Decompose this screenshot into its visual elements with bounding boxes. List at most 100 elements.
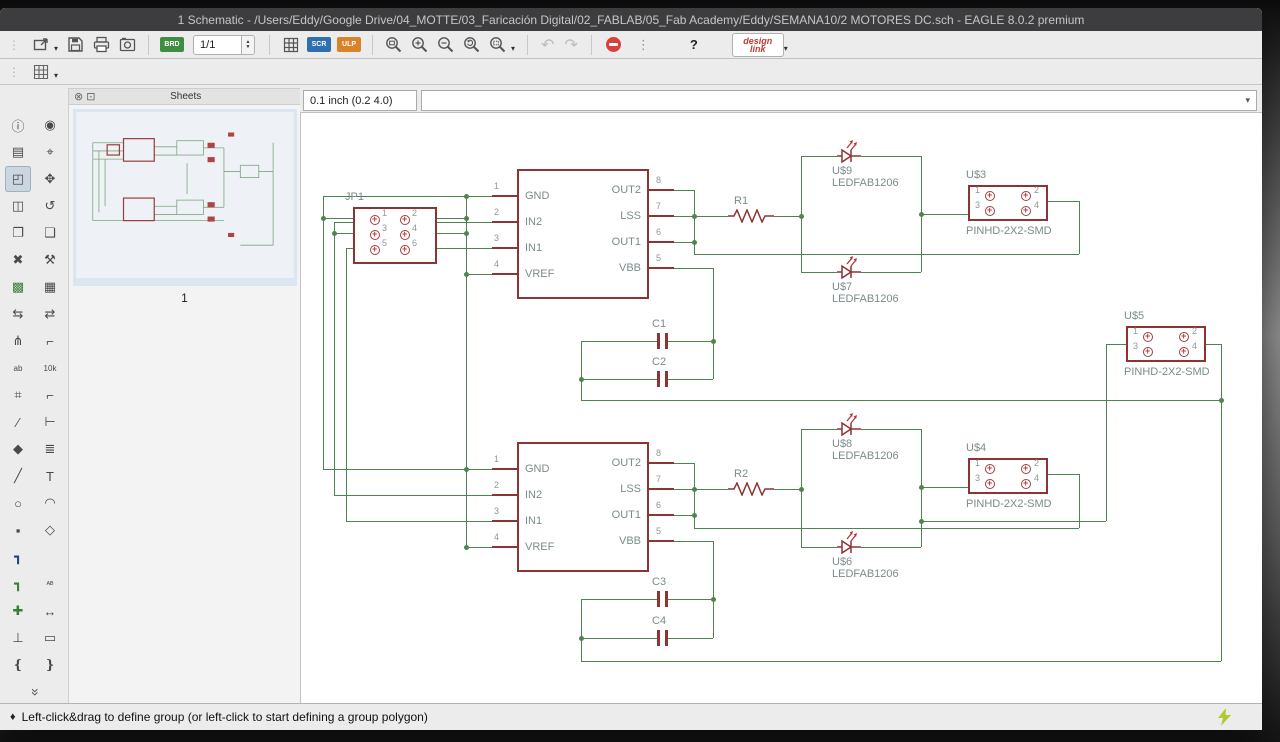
ic-pin-stub [649, 241, 674, 243]
dimension-tool-icon[interactable]: ↔ [37, 598, 63, 624]
save-button[interactable] [62, 33, 88, 57]
camera-icon [119, 37, 135, 52]
zoom-dropdown-caret-icon[interactable]: ▾ [511, 44, 515, 53]
errors-tool-icon[interactable]: ≣ [37, 436, 63, 462]
sheets-panel-header[interactable]: ⊗ ⊡ Sheets [69, 88, 300, 105]
net-tool-icon[interactable]: ┓ [5, 571, 31, 597]
rect-tool-icon[interactable]: ▪ [5, 517, 31, 543]
name-tool-icon[interactable]: ab [5, 355, 31, 381]
wire-segment [581, 341, 582, 400]
change-tool-icon[interactable]: ▩ [5, 274, 31, 300]
polygon-tool-icon[interactable]: ◇ [37, 517, 63, 543]
sheet-selector-value: 1/1 [200, 38, 216, 51]
circle-tool-icon[interactable]: ○ [5, 490, 31, 516]
paste-tool-icon[interactable]: ❑ [37, 220, 63, 246]
stepper-down-icon[interactable]: ▼ [246, 44, 251, 50]
display-tool-icon[interactable]: ▤ [5, 139, 31, 165]
run-script-button[interactable]: SCR [307, 37, 332, 52]
toolbar-drag-handle-icon[interactable]: ⋮ [8, 38, 20, 52]
titlebar[interactable]: 1 Schematic - /Users/Eddy/Google Drive/0… [0, 8, 1262, 31]
junction-dot [798, 213, 804, 219]
led-symbol[interactable] [837, 137, 861, 164]
sheet-thumbnail[interactable] [73, 109, 297, 286]
open-button[interactable] [28, 33, 54, 57]
invoke-tool-icon[interactable]: ⊢ [37, 409, 63, 435]
show-tool-icon[interactable]: ◉ [37, 112, 63, 138]
zoom-in-button[interactable] [407, 33, 433, 57]
zoom-redraw-button[interactable] [459, 33, 485, 57]
command-history-caret-icon[interactable]: ▾ [1245, 95, 1256, 106]
grid-settings-button[interactable] [28, 60, 54, 84]
bend-tool-icon[interactable]: ⌐ [37, 382, 63, 408]
mark-tool-icon[interactable]: ⌖ [37, 139, 63, 165]
rotate-tool-icon[interactable]: ↺ [37, 193, 63, 219]
attribute-right-tool-icon[interactable]: ❵ [37, 652, 63, 678]
slope-tool-icon[interactable]: ∕ [5, 409, 31, 435]
schematic-canvas[interactable]: 1 GND 2 IN2 3 IN1 4 VREF 8 OUT2 7 LSS 6 OUT1 5 VBB 1 GND 2… [300, 112, 1262, 703]
smash-tool-icon[interactable]: ⌗ [5, 382, 31, 408]
junction-tool-icon[interactable]: ✚ [5, 598, 31, 624]
miter-tool-icon[interactable]: ⌐ [37, 328, 63, 354]
zoom-select-button[interactable] [485, 33, 511, 57]
undo-button[interactable]: ↶ [541, 35, 554, 55]
move-tool-icon[interactable]: ✥ [37, 166, 63, 192]
led-symbol[interactable] [837, 410, 861, 437]
switch-to-board-button[interactable]: BRD [160, 37, 185, 52]
open-dropdown-caret-icon[interactable]: ▾ [54, 44, 58, 53]
connector-body[interactable] [353, 207, 437, 264]
command-input[interactable] [422, 94, 1246, 107]
wire-segment [1206, 344, 1221, 345]
wrench-tool-icon[interactable]: ⚒ [37, 247, 63, 273]
array-tool-icon[interactable]: ▦ [37, 274, 63, 300]
panel-detach-icon[interactable]: ⊡ [86, 90, 95, 103]
wire-tool-icon[interactable]: ╱ [5, 463, 31, 489]
window-title: 1 Schematic - /Users/Eddy/Google Drive/0… [177, 12, 1085, 27]
mirror-tool-icon[interactable]: ◫ [5, 193, 31, 219]
run-ulp-button[interactable]: ULP [337, 37, 362, 52]
print-button[interactable] [88, 33, 114, 57]
component-value: LEDFAB1206 [832, 177, 899, 189]
frame-tool-icon[interactable]: ▭ [37, 625, 63, 651]
stop-command-button[interactable] [605, 37, 621, 52]
arc-tool-icon[interactable]: ◠ [37, 490, 63, 516]
attribute-left-tool-icon[interactable]: ❴ [5, 652, 31, 678]
more-tools-chevron-icon[interactable]: » [28, 684, 44, 700]
pad-cross-icon: + [987, 190, 993, 200]
help-button[interactable]: ? [690, 37, 698, 52]
toolbar-drag-handle-icon[interactable]: ⋮ [8, 65, 20, 79]
label-tool-icon[interactable]: ᴬᴮ [37, 571, 63, 597]
energy-bolt-icon[interactable] [1218, 708, 1232, 726]
info-tool-icon[interactable]: ⓘ [5, 112, 31, 138]
gateswap-tool-icon[interactable]: ⇆ [5, 301, 31, 327]
value-tool-icon[interactable]: 10k [37, 355, 63, 381]
delete-tool-icon[interactable]: ✖ [5, 247, 31, 273]
sheet-selector[interactable]: 1/1 ▲ ▼ [193, 34, 256, 55]
redo-button[interactable]: ↷ [564, 35, 577, 55]
text-tool-icon[interactable]: T [37, 463, 63, 489]
copy-tool-icon[interactable]: ❐ [5, 220, 31, 246]
ic-pin-number: 8 [656, 175, 662, 185]
pad-number: 3 [975, 200, 981, 210]
command-options-icon[interactable]: ⋮ [637, 37, 650, 53]
use-library-button[interactable] [278, 33, 304, 57]
led-symbol[interactable] [837, 253, 861, 280]
cam-processor-button[interactable] [114, 33, 140, 57]
resistor-symbol[interactable] [728, 481, 774, 497]
design-link-caret-icon[interactable]: ▾ [784, 44, 788, 53]
pad-number: 2 [1034, 458, 1040, 468]
zoom-fit-button[interactable] [381, 33, 407, 57]
design-link-button[interactable]: design link [731, 32, 784, 57]
bus-tool-icon[interactable]: ┓ [5, 544, 31, 570]
pin-tool-icon[interactable]: ⊥ [5, 625, 31, 651]
split-tool-icon[interactable]: ⋔ [5, 328, 31, 354]
group-tool-icon[interactable]: ◰ [5, 166, 31, 192]
pinswap-tool-icon[interactable]: ⇄ [37, 301, 63, 327]
led-symbol[interactable] [837, 528, 861, 555]
grid-dropdown-caret-icon[interactable]: ▾ [54, 71, 58, 80]
resistor-symbol[interactable] [728, 208, 774, 224]
panel-close-icon[interactable]: ⊗ [74, 90, 83, 103]
sheet-number-label[interactable]: 1 [69, 291, 300, 305]
zoom-out-button[interactable] [433, 33, 459, 57]
erc-tool-icon[interactable]: ◆ [5, 436, 31, 462]
sheet-selector-stepper[interactable]: ▲ ▼ [241, 35, 255, 54]
